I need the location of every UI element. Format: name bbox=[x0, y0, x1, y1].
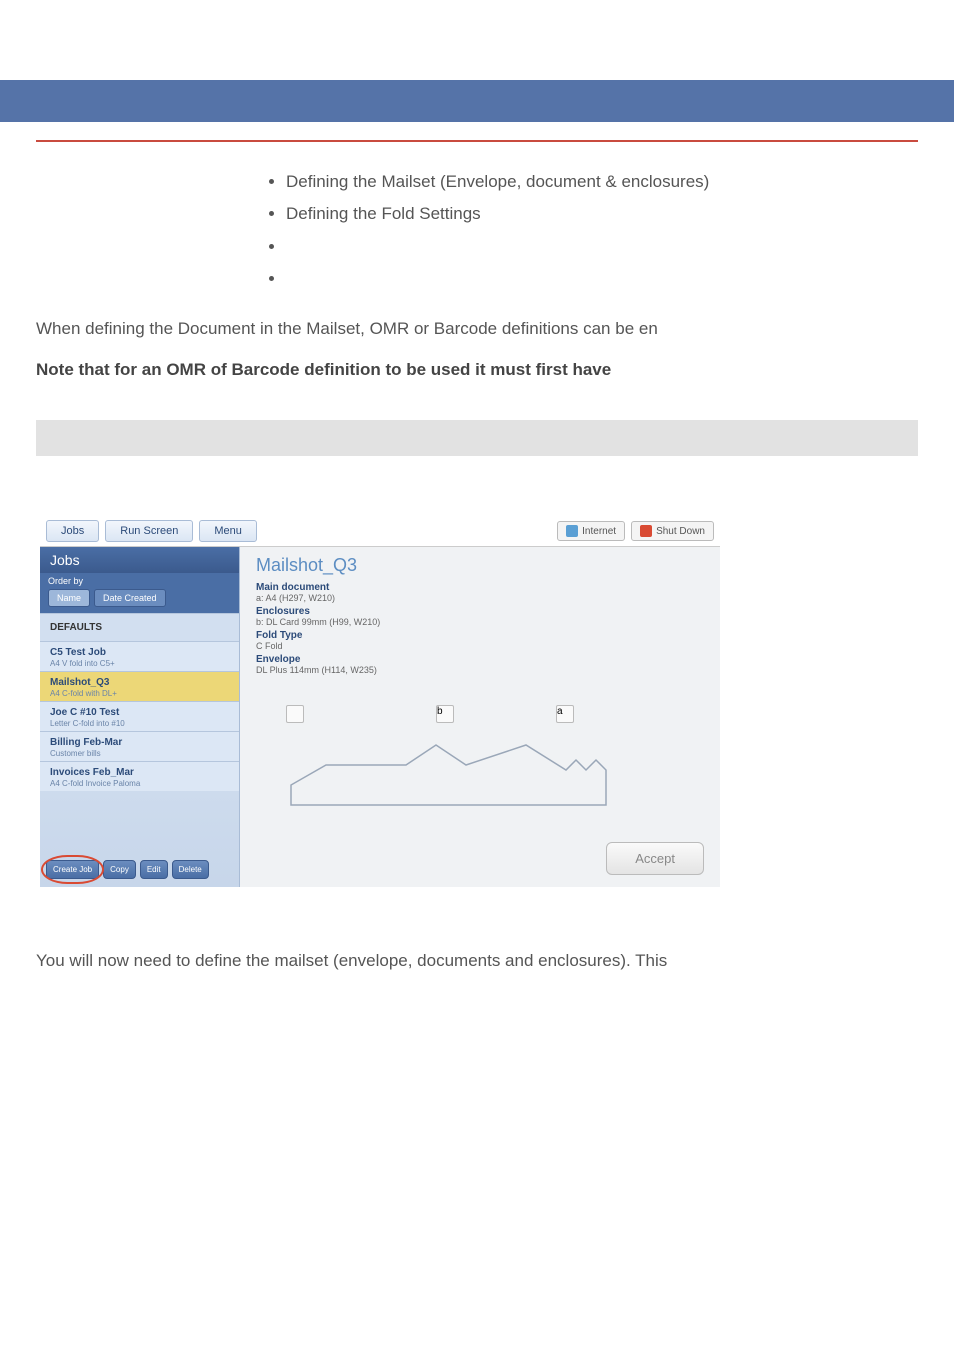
paragraph-bottom: You will now need to define the mailset … bbox=[36, 947, 918, 974]
list-item bbox=[286, 231, 918, 263]
feeder-c-icon: a bbox=[556, 705, 574, 723]
main-panel: Mailshot_Q3 Main document a: A4 (H297, W… bbox=[240, 547, 720, 887]
sidebar: Jobs Order by Name Date Created DEFAULTS… bbox=[40, 547, 240, 887]
job-name: Billing Feb-Mar bbox=[50, 737, 229, 748]
detail-label: Envelope bbox=[256, 654, 704, 665]
job-sub: A4 C-fold Invoice Paloma bbox=[50, 779, 229, 788]
detail-value: C Fold bbox=[256, 641, 704, 651]
list-item bbox=[286, 263, 918, 295]
job-name: Joe C #10 Test bbox=[50, 707, 229, 718]
note-bold: Note that for an OMR of Barcode definiti… bbox=[36, 360, 918, 380]
shutdown-label: Shut Down bbox=[656, 526, 705, 537]
list-item: Defining the Fold Settings bbox=[286, 198, 918, 230]
sidebar-job-item[interactable]: Joe C #10 Test Letter C-fold into #10 bbox=[40, 701, 239, 731]
sidebar-job-item[interactable]: Invoices Feb_Mar A4 C-fold Invoice Palom… bbox=[40, 761, 239, 791]
machine-diagram: b a bbox=[256, 705, 704, 835]
job-sub: A4 V fold into C5+ bbox=[50, 659, 229, 668]
status-internet[interactable]: Internet bbox=[557, 521, 625, 541]
edit-button[interactable]: Edit bbox=[140, 860, 168, 879]
detail-value: b: DL Card 99mm (H99, W210) bbox=[256, 617, 704, 627]
sidebar-header: Jobs bbox=[40, 547, 239, 573]
detail-label: Fold Type bbox=[256, 630, 704, 641]
job-name: C5 Test Job bbox=[50, 647, 229, 658]
power-icon bbox=[640, 525, 652, 537]
tab-jobs[interactable]: Jobs bbox=[46, 520, 99, 542]
orderby-section: Order by Name Date Created bbox=[40, 573, 239, 613]
job-sub: A4 C-fold with DL+ bbox=[50, 689, 229, 698]
feeder-a-icon bbox=[286, 705, 304, 723]
status-label: Internet bbox=[582, 526, 616, 537]
sidebar-footer: Create Job Copy Edit Delete bbox=[40, 852, 239, 887]
app-topbar: Jobs Run Screen Menu Internet Shut Down bbox=[40, 516, 720, 547]
app-body: Jobs Order by Name Date Created DEFAULTS… bbox=[40, 547, 720, 887]
list-item: Defining the Mailset (Envelope, document… bbox=[286, 166, 918, 198]
definition-list: Defining the Mailset (Envelope, document… bbox=[286, 166, 918, 295]
sidebar-job-item[interactable]: C5 Test Job A4 V fold into C5+ bbox=[40, 641, 239, 671]
detail-value: a: A4 (H297, W210) bbox=[256, 593, 704, 603]
orderby-name-button[interactable]: Name bbox=[48, 589, 90, 607]
detail-value: DL Plus 114mm (H114, W235) bbox=[256, 665, 704, 675]
machine-outline-icon bbox=[286, 735, 646, 835]
copy-button[interactable]: Copy bbox=[103, 860, 136, 879]
orderby-date-button[interactable]: Date Created bbox=[94, 589, 166, 607]
job-title: Mailshot_Q3 bbox=[256, 555, 704, 576]
feeder-b-icon: b bbox=[436, 705, 454, 723]
divider bbox=[36, 140, 918, 142]
detail-label: Enclosures bbox=[256, 606, 704, 617]
delete-button[interactable]: Delete bbox=[172, 860, 209, 879]
create-job-button[interactable]: Create Job bbox=[46, 860, 99, 879]
gray-band bbox=[36, 420, 918, 456]
sidebar-item-defaults[interactable]: DEFAULTS bbox=[40, 613, 239, 641]
shutdown-button[interactable]: Shut Down bbox=[631, 521, 714, 541]
job-sub: Letter C-fold into #10 bbox=[50, 719, 229, 728]
tab-menu[interactable]: Menu bbox=[199, 520, 257, 542]
sidebar-job-item-selected[interactable]: Mailshot_Q3 A4 C-fold with DL+ bbox=[40, 671, 239, 701]
job-sub: Customer bills bbox=[50, 749, 229, 758]
app-screenshot: Jobs Run Screen Menu Internet Shut Down … bbox=[40, 516, 720, 887]
orderby-label: Order by bbox=[48, 576, 231, 586]
detail-label: Main document bbox=[256, 582, 704, 593]
accept-button[interactable]: Accept bbox=[606, 842, 704, 875]
job-name: Mailshot_Q3 bbox=[50, 677, 229, 688]
tab-runscreen[interactable]: Run Screen bbox=[105, 520, 193, 542]
header-band bbox=[0, 80, 954, 122]
paragraph: When defining the Document in the Mailse… bbox=[36, 315, 918, 342]
sidebar-job-item[interactable]: Billing Feb-Mar Customer bills bbox=[40, 731, 239, 761]
job-name: Invoices Feb_Mar bbox=[50, 767, 229, 778]
globe-icon bbox=[566, 525, 578, 537]
